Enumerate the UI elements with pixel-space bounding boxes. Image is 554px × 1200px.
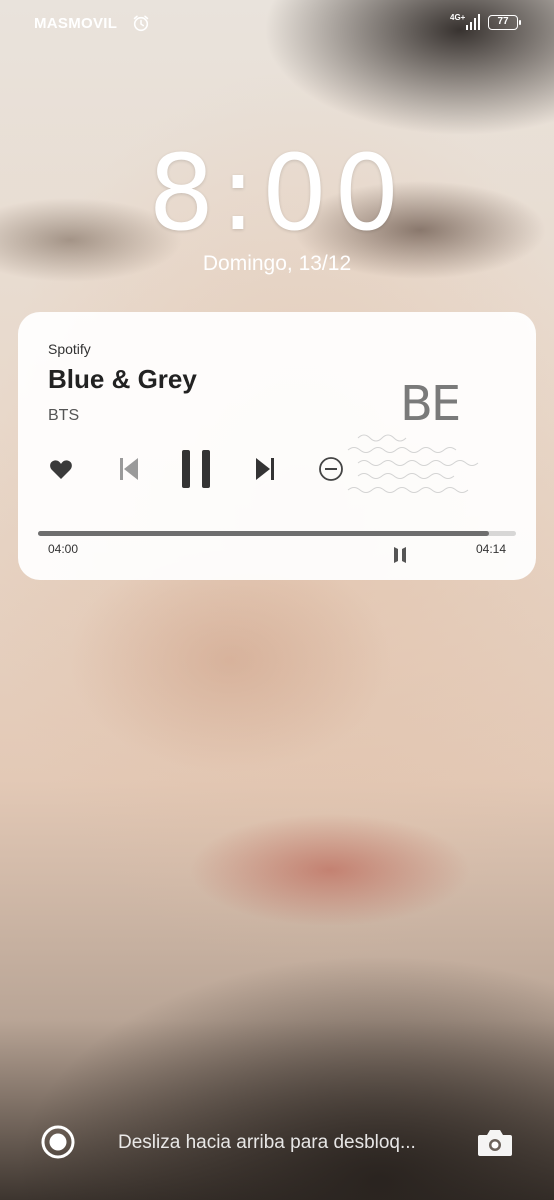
unlock-hint: Desliza hacia arriba para desbloq... — [118, 1132, 416, 1153]
remove-button[interactable] — [316, 454, 346, 484]
next-icon — [256, 458, 274, 480]
previous-icon — [120, 458, 138, 480]
lockscreen-date: Domingo, 13/12 — [202, 252, 352, 275]
progress-bar[interactable] — [38, 531, 516, 536]
like-button[interactable] — [46, 454, 76, 484]
previous-button[interactable] — [114, 454, 144, 484]
next-button[interactable] — [250, 454, 280, 484]
lockscreen-clock: 8:00 — [148, 132, 406, 254]
time-elapsed: 04:00 — [48, 542, 79, 556]
pause-icon — [182, 450, 210, 488]
network-type: 4G+ — [450, 13, 466, 22]
album-art: BE — [347, 376, 479, 493]
remove-icon — [319, 457, 343, 481]
pause-button[interactable] — [178, 448, 214, 490]
album-art-text: BE — [400, 376, 459, 432]
carrier-name: MASMOVIL — [34, 15, 118, 32]
media-app-name: Spotify — [48, 341, 91, 357]
alarm-icon — [133, 15, 149, 32]
signal-icon — [466, 14, 480, 30]
assistant-icon[interactable] — [40, 1124, 76, 1160]
heart-icon — [50, 460, 72, 479]
song-artist: BTS — [48, 407, 80, 424]
bts-logo-icon — [394, 547, 406, 563]
battery-icon: 77 — [488, 15, 521, 30]
progress-fill — [38, 531, 490, 536]
camera-icon[interactable] — [477, 1127, 513, 1157]
media-player-card[interactable]: Spotify Blue & Grey BTS BE 04:00 04:14 — [18, 312, 536, 580]
status-bar: MASMOVIL 4G+ 77 — [0, 0, 554, 50]
battery-level: 77 — [497, 16, 509, 27]
song-title: Blue & Grey — [48, 364, 197, 394]
time-total: 04:14 — [475, 542, 506, 556]
